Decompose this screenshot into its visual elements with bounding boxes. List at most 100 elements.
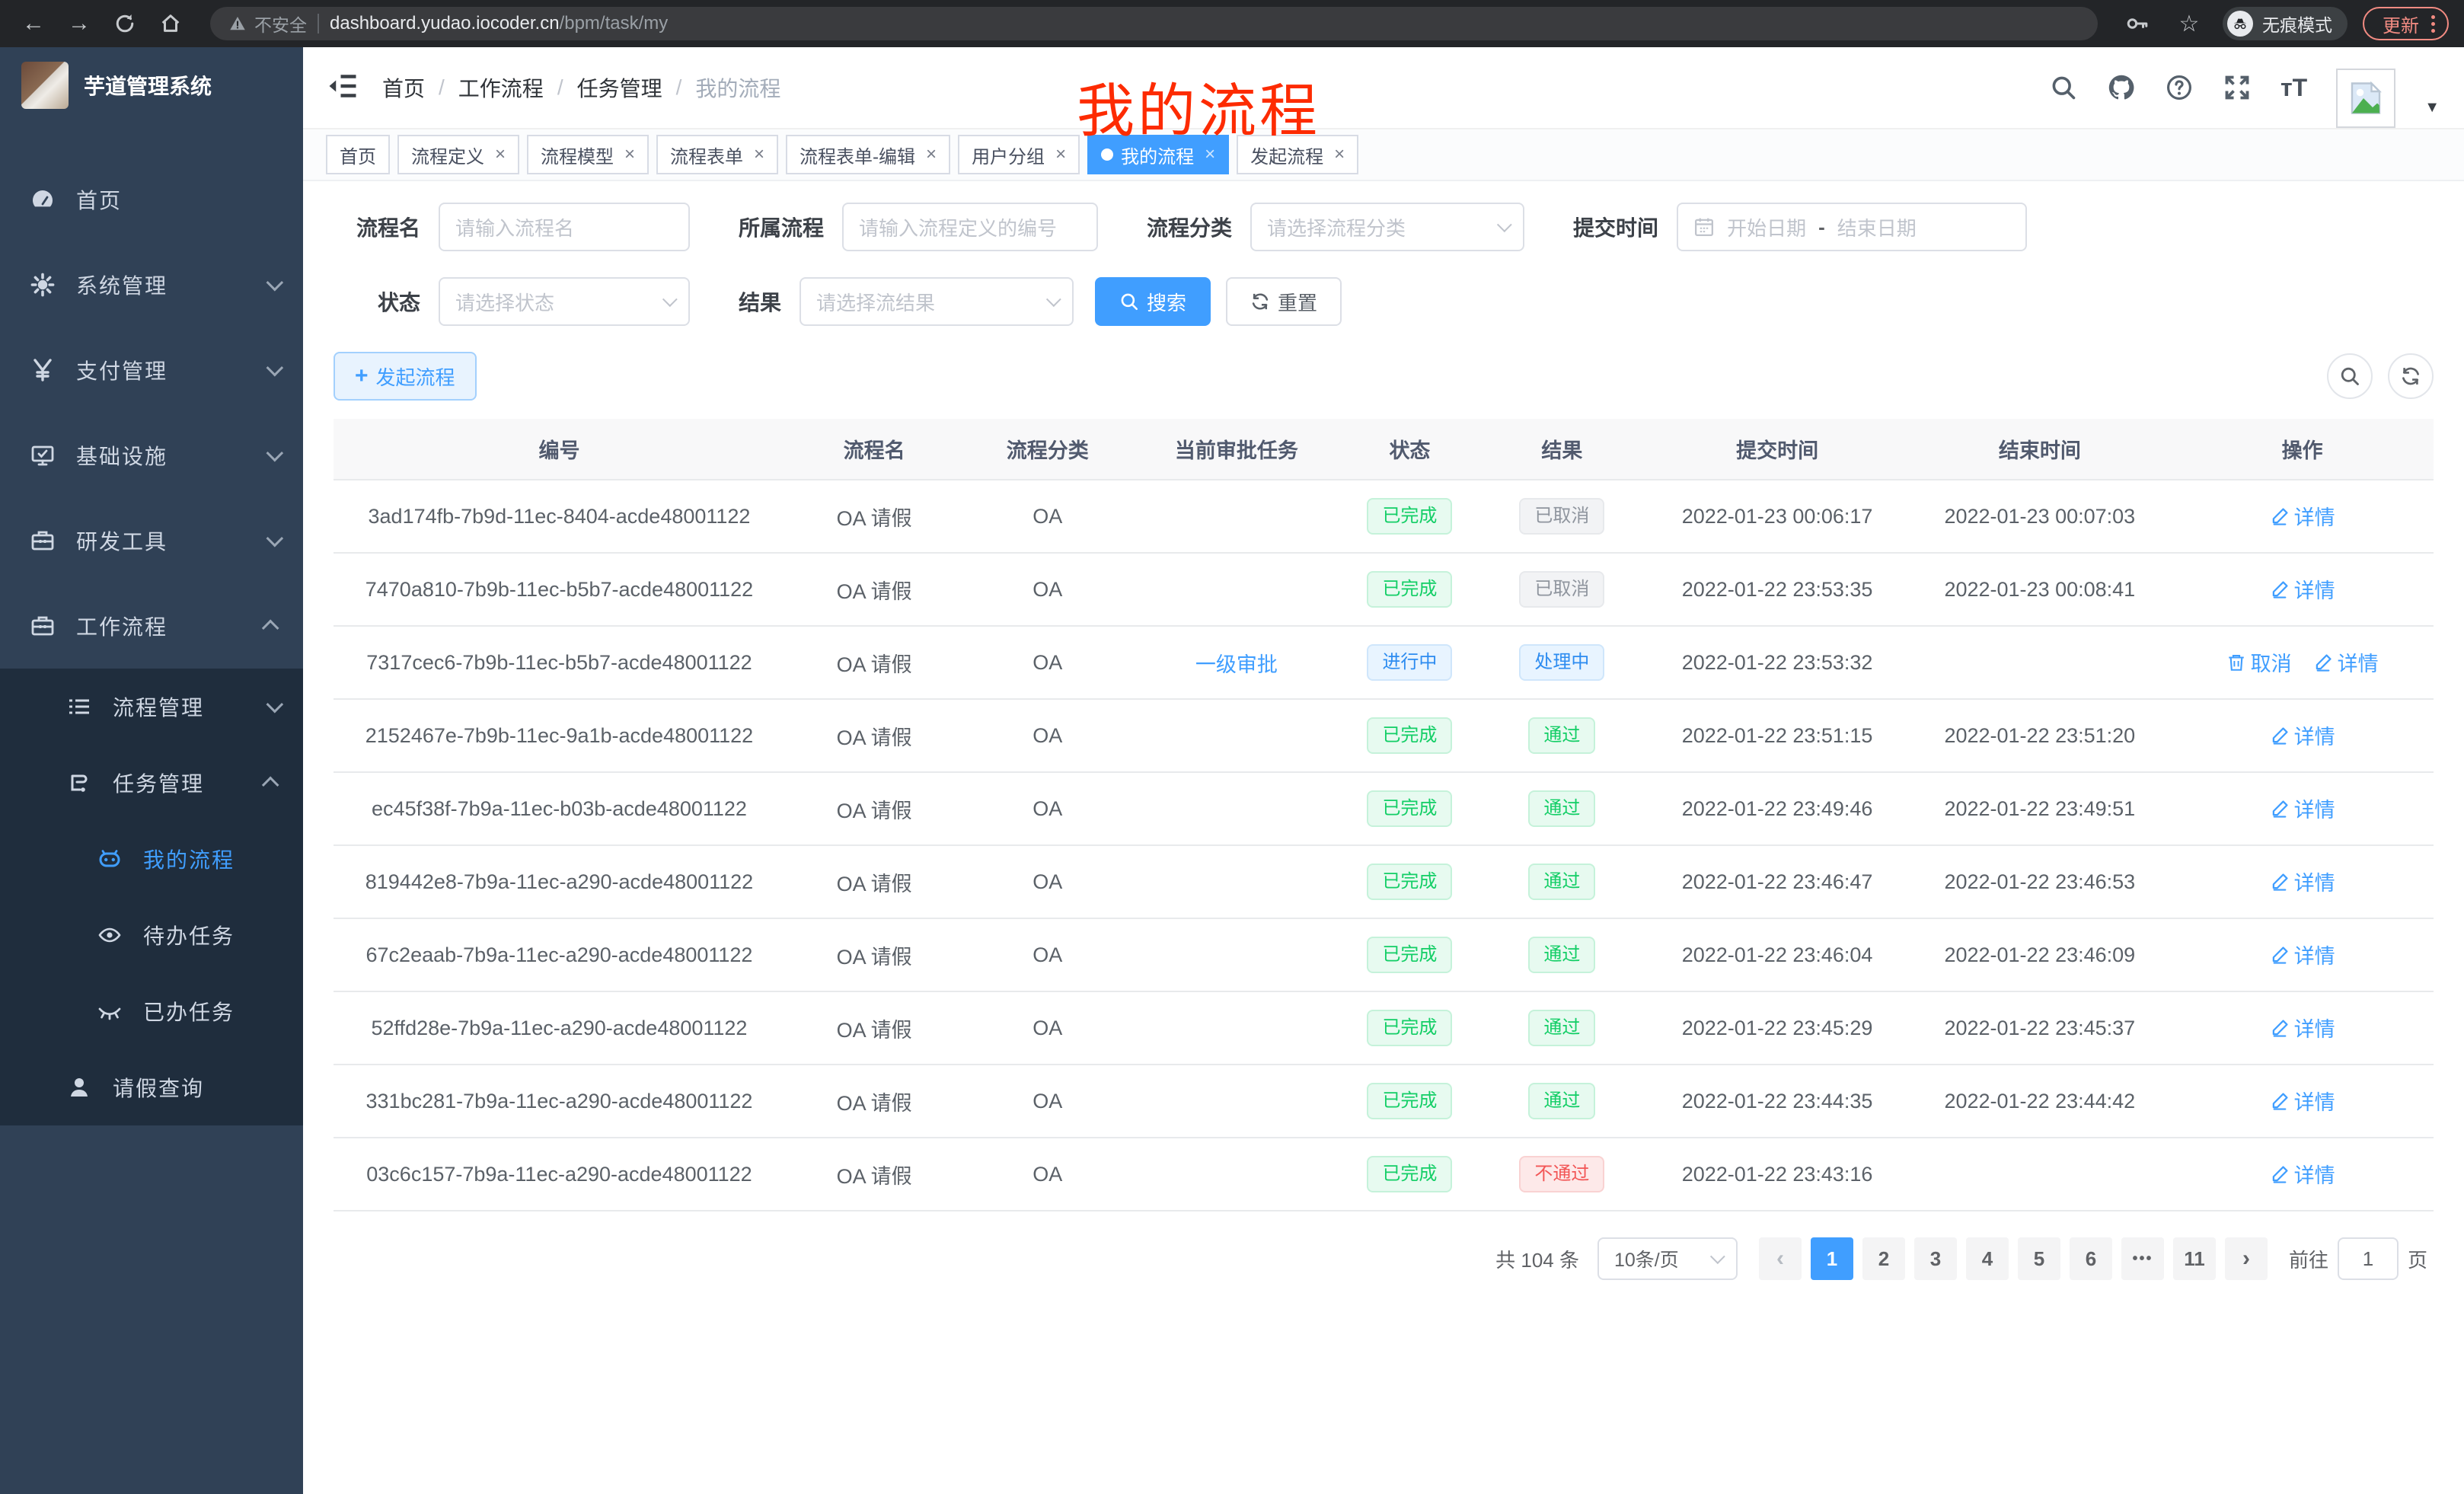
browser-menu-icon[interactable] (2431, 15, 2435, 33)
table-header: 编号 流程名 流程分类 当前审批任务 状态 结果 提交时间 结束时间 操作 (334, 419, 2434, 480)
detail-link[interactable]: 详情 (2270, 793, 2335, 823)
prev-page-button[interactable]: ‹ (1759, 1237, 1802, 1280)
sidebar-item-user[interactable]: 请假查询 (0, 1049, 303, 1125)
sidebar-item-toolbox[interactable]: 研发工具 (0, 498, 303, 583)
user-icon (67, 1075, 91, 1100)
header-search-icon[interactable] (2049, 73, 2078, 102)
tag-close-icon[interactable]: × (495, 144, 506, 165)
tag-tab[interactable]: 首页 (326, 135, 390, 174)
sidebar-item-monitor[interactable]: 基础设施 (0, 413, 303, 498)
tag-tab[interactable]: 发起流程 × (1237, 135, 1358, 174)
tag-close-icon[interactable]: × (1334, 144, 1345, 165)
tag-close-icon[interactable]: × (754, 144, 764, 165)
breadcrumb-item[interactable]: 任务管理 (577, 72, 662, 103)
reload-icon[interactable] (107, 5, 143, 42)
tag-tab[interactable]: 流程模型 × (527, 135, 649, 174)
cancel-link[interactable]: 取消 (2226, 647, 2292, 677)
forward-icon[interactable]: → (61, 5, 97, 42)
parent-process-input[interactable]: 请输入流程定义的编号 (842, 203, 1098, 251)
sidebar-item-yen[interactable]: 支付管理 (0, 327, 303, 413)
help-icon[interactable] (2165, 73, 2194, 102)
show-search-button[interactable] (2327, 353, 2373, 399)
process-category: OA (963, 918, 1131, 991)
tag-tab[interactable]: 流程表单 × (656, 135, 778, 174)
app-logo[interactable]: 芋道管理系统 (0, 47, 303, 123)
page-button-11[interactable]: 11 (2173, 1237, 2216, 1280)
font-size-icon[interactable]: ᴛT (2280, 74, 2307, 102)
page-button-2[interactable]: 2 (1862, 1237, 1905, 1280)
sidebar-item-dashboard[interactable]: 首页 (0, 157, 303, 242)
process-category: OA (963, 845, 1131, 918)
page-button-6[interactable]: 6 (2070, 1237, 2112, 1280)
detail-link[interactable]: 详情 (2270, 940, 2335, 969)
current-task-cell (1131, 1138, 1342, 1211)
refresh-table-button[interactable] (2388, 353, 2434, 399)
pen-icon (2270, 579, 2290, 599)
col-result: 结果 (1478, 419, 1646, 480)
tag-tab[interactable]: 流程定义 × (397, 135, 519, 174)
sidebar-item-eye[interactable]: 待办任务 (0, 897, 303, 973)
category-select[interactable]: 请选择流程分类 (1250, 203, 1524, 251)
not-secure-badge[interactable]: 不安全 (228, 11, 307, 37)
pen-icon (2270, 726, 2290, 745)
detail-link[interactable]: 详情 (2270, 1159, 2335, 1189)
tag-close-icon[interactable]: × (1055, 144, 1066, 165)
bookmark-star-icon[interactable]: ☆ (2171, 5, 2207, 42)
status-badge: 已完成 (1367, 571, 1452, 607)
result-select[interactable]: 请选择流结果 (800, 277, 1074, 326)
search-button[interactable]: 搜索 (1095, 277, 1211, 326)
sidebar-item-robot[interactable]: 我的流程 (0, 821, 303, 897)
detail-link[interactable]: 详情 (2270, 1013, 2335, 1042)
reset-button[interactable]: 重置 (1226, 277, 1342, 326)
chevron-down-icon (267, 359, 284, 377)
home-icon[interactable] (152, 5, 189, 42)
detail-link[interactable]: 详情 (2270, 501, 2335, 531)
page-button-4[interactable]: 4 (1966, 1237, 2009, 1280)
github-icon[interactable] (2107, 73, 2136, 102)
tag-tab[interactable]: 流程表单-编辑 × (786, 135, 950, 174)
actions-cell: 取消详情 (2171, 626, 2434, 699)
next-page-button[interactable]: › (2225, 1237, 2268, 1280)
page-button-1[interactable]: 1 (1811, 1237, 1853, 1280)
sidebar-item-eye-off[interactable]: 已办任务 (0, 973, 303, 1049)
detail-link[interactable]: 详情 (2270, 867, 2335, 896)
end-time: 2022-01-22 23:51:20 (1908, 699, 2171, 772)
status-badge: 已完成 (1367, 790, 1452, 826)
detail-link[interactable]: 详情 (2270, 720, 2335, 750)
address-bar[interactable]: 不安全 dashboard.yudao.iocoder.cn/bpm/task/… (210, 7, 2098, 40)
sidebar-item-flow[interactable]: 任务管理 (0, 745, 303, 821)
breadcrumb-item[interactable]: 首页 (382, 72, 425, 103)
more-pages-button[interactable]: ••• (2121, 1237, 2164, 1280)
incognito-badge[interactable]: 无痕模式 (2223, 7, 2348, 40)
process-name-input[interactable]: 请输入流程名 (439, 203, 690, 251)
create-process-button[interactable]: +发起流程 (334, 352, 477, 401)
submit-time-range-picker[interactable]: 开始日期 - 结束日期 (1677, 203, 2027, 251)
page-size-select[interactable]: 10条/页 (1597, 1237, 1738, 1280)
process-id: 3ad174fb-7b9d-11ec-8404-acde48001122 (334, 480, 785, 553)
sidebar-item-gear[interactable]: 系统管理 (0, 242, 303, 327)
sidebar-item-toolbox[interactable]: 工作流程 (0, 583, 303, 669)
password-key-icon[interactable] (2119, 5, 2156, 42)
detail-link[interactable]: 详情 (2270, 1086, 2335, 1116)
tag-tab[interactable]: 我的流程 × (1087, 135, 1229, 174)
detail-link[interactable]: 详情 (2270, 574, 2335, 604)
update-button[interactable]: 更新 (2363, 7, 2449, 40)
avatar[interactable] (2336, 69, 2395, 128)
status-select[interactable]: 请选择状态 (439, 277, 690, 326)
fullscreen-icon[interactable] (2223, 73, 2252, 102)
page-button-5[interactable]: 5 (2018, 1237, 2060, 1280)
breadcrumb-item[interactable]: 工作流程 (458, 72, 544, 103)
sidebar-item-list[interactable]: 流程管理 (0, 669, 303, 745)
detail-link[interactable]: 详情 (2313, 647, 2379, 677)
page-button-3[interactable]: 3 (1914, 1237, 1957, 1280)
jump-page-input[interactable]: 1 (2338, 1237, 2399, 1280)
tag-close-icon[interactable]: × (926, 144, 937, 165)
current-task-link[interactable]: 一级审批 (1195, 653, 1278, 676)
tags-view: 首页 流程定义 × 流程模型 × 流程表单 (303, 129, 2464, 181)
avatar-caret-icon[interactable]: ▼ (2424, 99, 2440, 117)
tag-tab[interactable]: 用户分组 × (958, 135, 1080, 174)
tag-close-icon[interactable]: × (1205, 144, 1215, 165)
tag-close-icon[interactable]: × (624, 144, 635, 165)
sidebar-fold-icon[interactable] (327, 71, 361, 104)
back-icon[interactable]: ← (15, 5, 52, 42)
